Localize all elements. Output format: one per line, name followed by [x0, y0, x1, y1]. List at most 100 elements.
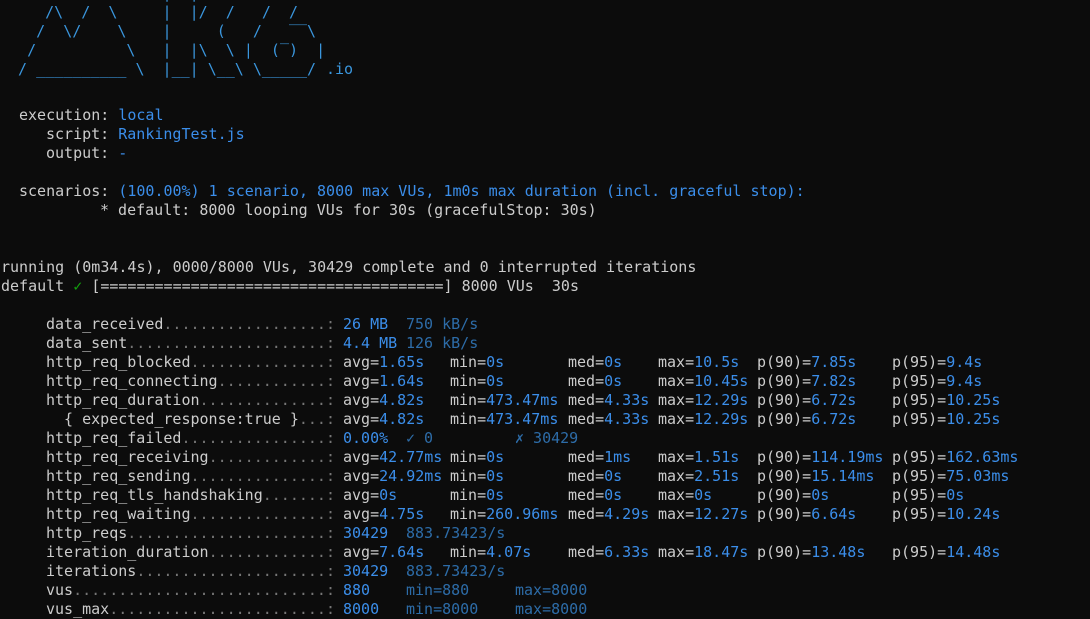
metric-med-value: 4.33s [604, 391, 650, 409]
metric-value: 0.00% [343, 429, 389, 447]
metric-p90-value: 114.19ms [811, 448, 884, 466]
progress-vus: 8000 VUs 30s [461, 277, 579, 295]
metric-value: 30429 [343, 562, 389, 580]
metric-min-value: 0s [486, 448, 505, 466]
metric-max-value: 1.51s [694, 448, 740, 466]
metric-p90-value: 13.48s [811, 543, 866, 561]
metric-name: http_req_blocked [46, 353, 191, 371]
metric-max-value: 18.47s [694, 543, 749, 561]
output-label: output: [46, 144, 110, 162]
metric-avg: avg=4.82s [343, 391, 425, 409]
metric-p90-value: 6.72s [811, 391, 857, 409]
metric-avg-value: 4.75s [379, 505, 425, 523]
metric-p90: p(90)=0s [757, 486, 830, 504]
metric-max: max=2.51s [658, 467, 740, 485]
metric-max-value: 2.51s [694, 467, 740, 485]
metric-pass-count: ✓ 0 [406, 429, 434, 447]
metric-med: med=0s [568, 467, 623, 485]
metric-dots: ......................: [127, 334, 335, 352]
metric-min: min=473.47ms [450, 410, 559, 428]
metric-name: data_sent [46, 334, 128, 352]
metric-dots: ........................: [109, 600, 335, 618]
metric-min: min=8000 [406, 600, 479, 618]
metric-min-value: 473.47ms [486, 391, 559, 409]
metric-dots: .............: [208, 543, 335, 561]
metric-p90: p(90)=13.48s [757, 543, 866, 561]
metric-avg: avg=24.92ms [343, 467, 443, 485]
metric-min-value: 0s [486, 372, 505, 390]
metric-fail-count: ✗ 30429 [515, 429, 579, 447]
metric-min: min=4.07s [450, 543, 532, 561]
metric-max-value: 8000 [551, 600, 588, 618]
metric-max: max=0s [658, 486, 713, 504]
metric-name: http_req_failed [46, 429, 182, 447]
metric-min: min=260.96ms [450, 505, 559, 523]
metric-row: iteration_duration.............: avg=7.64… [46, 543, 1090, 562]
metric-row: vus............................: 880 min=8… [46, 581, 1090, 600]
progress-bar: [======================================] [91, 277, 453, 295]
metric-min-value: 8000 [442, 600, 479, 618]
metric-med: med=6.33s [568, 543, 650, 561]
metric-p95: p(95)=10.24s [892, 505, 1001, 523]
metric-dots: .............: [208, 448, 335, 466]
script-value: RankingTest.js [118, 125, 245, 143]
metric-dots: ..................: [163, 315, 335, 333]
script-line: script: RankingTest.js [46, 125, 245, 144]
metric-p90: p(90)=7.85s [757, 353, 857, 371]
metric-avg: avg=7.64s [343, 543, 425, 561]
metric-row: http_reqs......................: 30429 883… [46, 524, 1090, 543]
metric-p95: p(95)=75.03ms [892, 467, 1010, 485]
metric-max: max=1.51s [658, 448, 740, 466]
execution-line: execution: local [19, 106, 164, 125]
metric-min: min=0s [450, 353, 505, 371]
metric-p90-value: 15.14ms [811, 467, 875, 485]
metric-name: http_req_sending [46, 467, 191, 485]
metric-row: { expected_response:true }...: avg=4.82s m… [46, 410, 1090, 429]
metric-max-value: 8000 [551, 581, 588, 599]
metric-max: max=10.5s [658, 353, 740, 371]
metric-med-value: 1ms [604, 448, 632, 466]
scenarios-line: scenarios: (100.00%) 1 scenario, 8000 ma… [19, 182, 805, 201]
metric-dots: ............................: [73, 581, 335, 599]
metric-med-value: 0s [604, 467, 623, 485]
metric-max-value: 12.29s [694, 410, 749, 428]
metric-med-value: 4.33s [604, 410, 650, 428]
metric-p90: p(90)=114.19ms [757, 448, 884, 466]
metric-p90: p(90)=6.72s [757, 391, 857, 409]
metric-row: http_req_blocked...............: avg=1.65… [46, 353, 1090, 372]
metric-dots: ...............: [190, 467, 336, 485]
metric-max-value: 12.29s [694, 391, 749, 409]
metric-row: iterations.....................: 30429 883… [46, 562, 1090, 581]
metric-med: med=1ms [568, 448, 632, 466]
metric-row: http_req_waiting...............: avg=4.75… [46, 505, 1090, 524]
metric-min-value: 880 [442, 581, 470, 599]
metric-avg: avg=1.64s [343, 372, 425, 390]
metric-med: med=0s [568, 486, 623, 504]
metric-min-value: 0s [486, 486, 505, 504]
execution-value: local [118, 106, 164, 124]
metric-dots: ...: [298, 410, 335, 428]
metric-avg-value: 1.65s [379, 353, 425, 371]
metric-row: data_received..................: 26 MB 750… [46, 315, 1090, 334]
metric-max: max=10.45s [658, 372, 749, 390]
metric-min: min=0s [450, 486, 505, 504]
metric-dots: ............: [217, 372, 335, 390]
metric-dots: ..............: [199, 391, 335, 409]
metric-rate: 126 kB/s [406, 334, 479, 352]
logo-line: / __________ \ |__| \__\ \_____/ [0, 60, 317, 78]
metric-avg-value: 4.82s [379, 391, 425, 409]
metric-name: data_received [46, 315, 164, 333]
metric-p90: p(90)=6.72s [757, 410, 857, 428]
metric-avg: avg=1.65s [343, 353, 425, 371]
script-label: script: [46, 125, 110, 143]
metric-name: http_req_duration [46, 391, 200, 409]
metric-name: iteration_duration [46, 543, 209, 561]
metric-med: med=4.29s [568, 505, 650, 523]
metric-p95-value: 0s [946, 486, 965, 504]
running-status: running (0m34.4s), 0000/8000 VUs, 30429 … [1, 258, 697, 276]
metric-p95: p(95)=10.25s [892, 391, 1001, 409]
metric-name: http_req_connecting [46, 372, 218, 390]
metric-p90: p(90)=6.64s [757, 505, 857, 523]
metric-min: min=0s [450, 448, 505, 466]
metric-p95-value: 10.25s [946, 391, 1001, 409]
